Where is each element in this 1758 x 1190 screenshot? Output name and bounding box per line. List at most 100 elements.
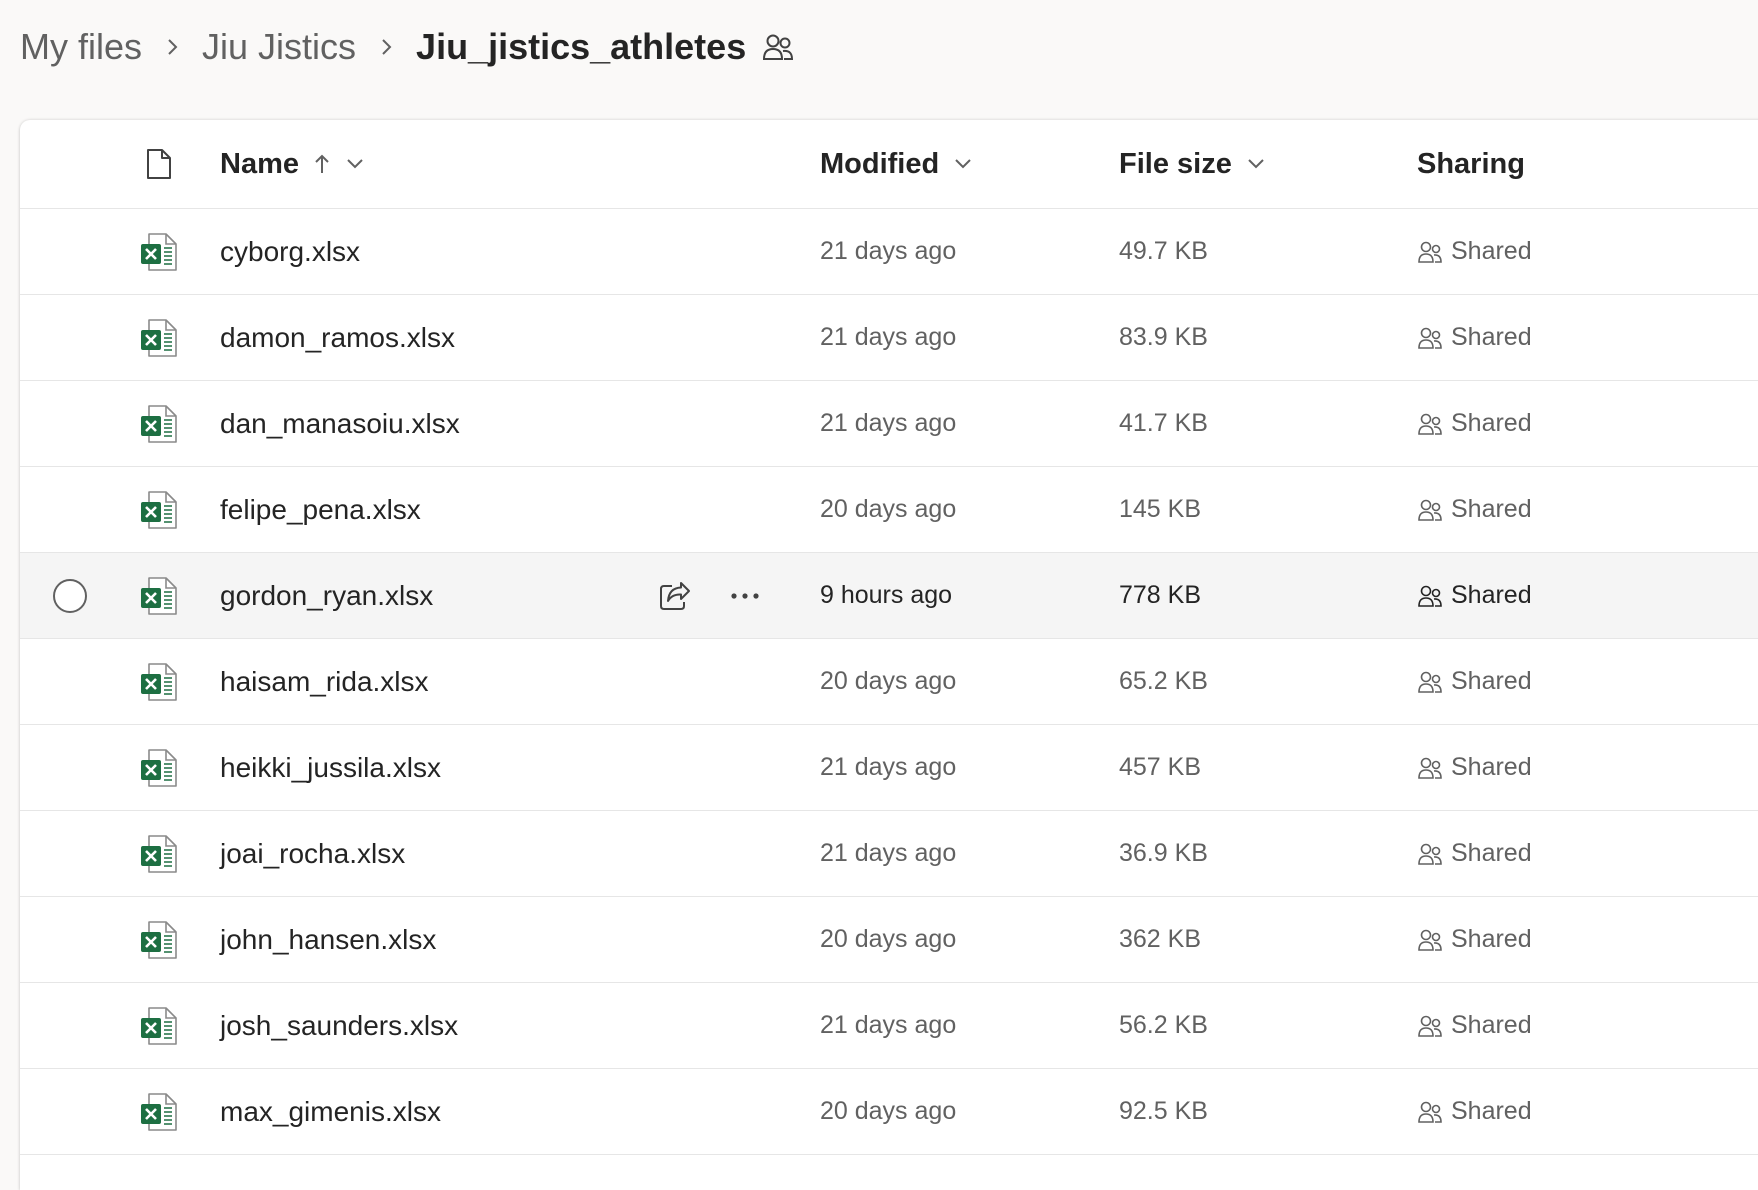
- excel-file-icon: [137, 725, 181, 810]
- file-size: 92.5 KB: [1119, 1097, 1208, 1125]
- excel-file-icon: [137, 983, 181, 1068]
- file-size: 362 KB: [1119, 925, 1202, 953]
- people-icon: [1417, 756, 1451, 780]
- sharing-status[interactable]: Shared: [1417, 839, 1532, 868]
- file-size: 778 KB: [1119, 581, 1202, 609]
- file-size: 41.7 KB: [1119, 409, 1208, 437]
- file-name[interactable]: joai_rocha.xlsx: [220, 838, 405, 870]
- breadcrumb-item-jiu-jistics[interactable]: Jiu Jistics: [202, 26, 356, 68]
- file-row[interactable]: cyborg.xlsx 21 days ago 49.7 KB Shared: [20, 209, 1758, 295]
- file-size: 83.9 KB: [1119, 323, 1208, 351]
- file-name[interactable]: felipe_pena.xlsx: [220, 494, 421, 526]
- file-size: 49.7 KB: [1119, 237, 1208, 265]
- file-size: 36.9 KB: [1119, 839, 1208, 867]
- file-row[interactable]: dan_manasoiu.xlsx 21 days ago 41.7 KB Share…: [20, 381, 1758, 467]
- sharing-status[interactable]: Shared: [1417, 237, 1532, 266]
- file-row[interactable]: damon_ramos.xlsx 21 days ago 83.9 KB Shared: [20, 295, 1758, 381]
- file-name[interactable]: max_gimenis.xlsx: [220, 1096, 441, 1128]
- modified-date: 20 days ago: [820, 667, 957, 695]
- chevron-right-icon: [366, 27, 406, 67]
- sharing-label: Shared: [1451, 323, 1532, 351]
- sharing-status[interactable]: Shared: [1417, 1011, 1532, 1040]
- excel-file-icon: [137, 381, 181, 466]
- share-icon[interactable]: [650, 571, 700, 621]
- people-icon[interactable]: [758, 27, 798, 67]
- file-name[interactable]: haisam_rida.xlsx: [220, 666, 429, 698]
- column-header-file-size[interactable]: File size: [1119, 120, 1266, 208]
- excel-file-icon: [137, 897, 181, 982]
- sharing-label: Shared: [1451, 237, 1532, 265]
- sharing-label: Shared: [1451, 409, 1532, 437]
- column-header-sharing[interactable]: Sharing: [1417, 120, 1525, 208]
- chevron-down-icon[interactable]: [345, 157, 365, 171]
- sharing-label: Shared: [1451, 1011, 1532, 1039]
- file-row[interactable]: gordon_ryan.xlsx 9 hours ago 778 KB Shared: [20, 553, 1758, 639]
- column-header-modified[interactable]: Modified: [820, 120, 973, 208]
- file-name[interactable]: josh_saunders.xlsx: [220, 1010, 458, 1042]
- file-name[interactable]: dan_manasoiu.xlsx: [220, 408, 460, 440]
- list-header: Name Modified File size Sharing: [20, 120, 1758, 209]
- sharing-status[interactable]: Shared: [1417, 753, 1532, 782]
- modified-header-label[interactable]: Modified: [820, 148, 939, 181]
- more-horizontal-icon[interactable]: [720, 571, 770, 621]
- file-size: 65.2 KB: [1119, 667, 1208, 695]
- sharing-status[interactable]: Shared: [1417, 495, 1532, 524]
- name-header-label[interactable]: Name: [220, 148, 299, 181]
- people-icon: [1417, 1014, 1451, 1038]
- modified-date: 21 days ago: [820, 237, 957, 265]
- people-icon: [1417, 584, 1451, 608]
- sharing-status[interactable]: Shared: [1417, 581, 1532, 610]
- file-row[interactable]: john_hansen.xlsx 20 days ago 362 KB Shared: [20, 897, 1758, 983]
- chevron-down-icon[interactable]: [1246, 157, 1266, 171]
- chevron-down-icon[interactable]: [953, 157, 973, 171]
- breadcrumb: My files Jiu Jistics Jiu_jistics_athlete…: [20, 22, 798, 72]
- sharing-status[interactable]: Shared: [1417, 925, 1532, 954]
- file-name[interactable]: gordon_ryan.xlsx: [220, 580, 433, 612]
- excel-file-icon: [137, 209, 181, 294]
- file-size-header-label[interactable]: File size: [1119, 148, 1232, 181]
- modified-date: 20 days ago: [820, 1097, 957, 1125]
- file-name[interactable]: john_hansen.xlsx: [220, 924, 436, 956]
- row-select-radio[interactable]: [50, 553, 90, 638]
- file-name[interactable]: heikki_jussila.xlsx: [220, 752, 441, 784]
- sharing-status[interactable]: Shared: [1417, 409, 1532, 438]
- people-icon: [1417, 412, 1451, 436]
- sharing-label: Shared: [1451, 1097, 1532, 1125]
- sharing-label: Shared: [1451, 925, 1532, 953]
- sharing-header-label[interactable]: Sharing: [1417, 148, 1525, 181]
- file-row[interactable]: heikki_jussila.xlsx 21 days ago 457 KB Shar…: [20, 725, 1758, 811]
- excel-file-icon: [137, 639, 181, 724]
- excel-file-icon: [137, 467, 181, 552]
- file-row[interactable]: josh_saunders.xlsx 21 days ago 56.2 KB Shar…: [20, 983, 1758, 1069]
- breadcrumb-item-my-files[interactable]: My files: [20, 26, 142, 68]
- sharing-status[interactable]: Shared: [1417, 667, 1532, 696]
- excel-file-icon: [137, 553, 181, 638]
- sharing-status[interactable]: Shared: [1417, 323, 1532, 352]
- sharing-label: Shared: [1451, 581, 1532, 609]
- file-size: 457 KB: [1119, 753, 1202, 781]
- modified-date: 21 days ago: [820, 409, 957, 437]
- sharing-status[interactable]: Shared: [1417, 1097, 1532, 1126]
- row-actions: [650, 553, 770, 638]
- file-row[interactable]: max_gimenis.xlsx 20 days ago 92.5 KB Shared: [20, 1069, 1758, 1155]
- file-size: 145 KB: [1119, 495, 1202, 523]
- radio-circle-icon[interactable]: [53, 578, 87, 613]
- file-row[interactable]: felipe_pena.xlsx 20 days ago 145 KB Shared: [20, 467, 1758, 553]
- file-name[interactable]: damon_ramos.xlsx: [220, 322, 455, 354]
- people-icon: [1417, 670, 1451, 694]
- document-icon[interactable]: [137, 120, 181, 208]
- sharing-label: Shared: [1451, 839, 1532, 867]
- sharing-label: Shared: [1451, 667, 1532, 695]
- modified-date: 9 hours ago: [820, 581, 953, 609]
- file-row[interactable]: haisam_rida.xlsx 20 days ago 65.2 KB Shared: [20, 639, 1758, 725]
- modified-date: 21 days ago: [820, 839, 957, 867]
- excel-file-icon: [137, 1069, 181, 1154]
- column-header-name[interactable]: Name: [220, 120, 365, 208]
- sharing-label: Shared: [1451, 753, 1532, 781]
- file-name[interactable]: cyborg.xlsx: [220, 236, 360, 268]
- excel-file-icon: [137, 295, 181, 380]
- modified-date: 21 days ago: [820, 1011, 957, 1039]
- file-row[interactable]: joai_rocha.xlsx 21 days ago 36.9 KB Shared: [20, 811, 1758, 897]
- people-icon: [1417, 240, 1451, 264]
- file-list: Name Modified File size Sharing cyborg.x…: [20, 120, 1758, 1190]
